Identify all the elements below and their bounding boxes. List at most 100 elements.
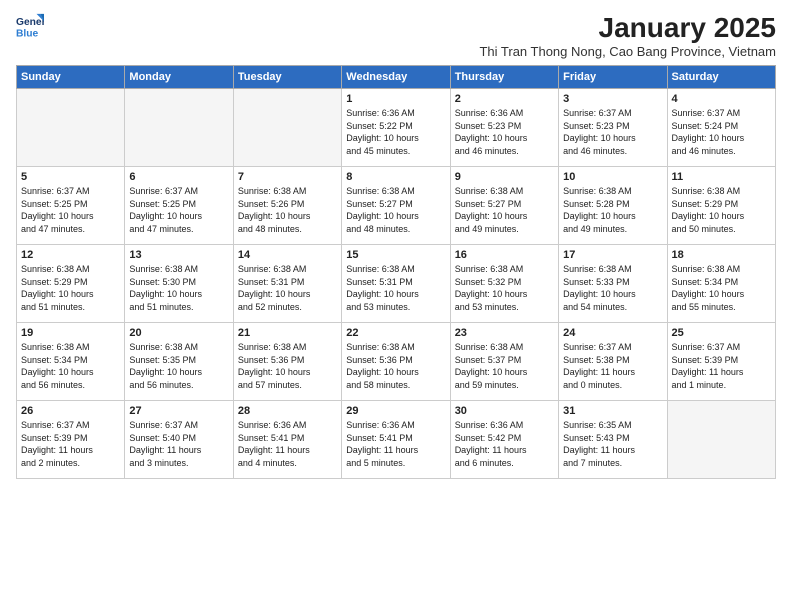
day-info: Sunrise: 6:38 AM Sunset: 5:34 PM Dayligh… — [21, 341, 120, 391]
calendar-cell: 12 Sunrise: 6:38 AM Sunset: 5:29 PM Dayli… — [17, 245, 125, 323]
week-row-1: 1 Sunrise: 6:36 AM Sunset: 5:22 PM Daylig… — [17, 89, 776, 167]
day-info: Sunrise: 6:38 AM Sunset: 5:27 PM Dayligh… — [346, 185, 445, 235]
day-number: 31 — [563, 405, 662, 417]
title-area: January 2025 Thi Tran Thong Nong, Cao Ba… — [479, 12, 776, 59]
day-number: 18 — [672, 249, 771, 261]
calendar-subtitle: Thi Tran Thong Nong, Cao Bang Province, … — [479, 44, 776, 59]
calendar-cell: 1 Sunrise: 6:36 AM Sunset: 5:22 PM Daylig… — [342, 89, 450, 167]
day-info: Sunrise: 6:38 AM Sunset: 5:36 PM Dayligh… — [346, 341, 445, 391]
day-number: 14 — [238, 249, 337, 261]
day-number: 16 — [455, 249, 554, 261]
calendar-cell: 5 Sunrise: 6:37 AM Sunset: 5:25 PM Daylig… — [17, 167, 125, 245]
day-info: Sunrise: 6:38 AM Sunset: 5:31 PM Dayligh… — [346, 263, 445, 313]
calendar-cell: 18 Sunrise: 6:38 AM Sunset: 5:34 PM Dayli… — [667, 245, 775, 323]
day-number: 5 — [21, 171, 120, 183]
calendar-header: Sunday Monday Tuesday Wednesday Thursday… — [17, 66, 776, 89]
calendar-cell — [17, 89, 125, 167]
calendar-cell — [667, 401, 775, 479]
day-number: 7 — [238, 171, 337, 183]
day-number: 23 — [455, 327, 554, 339]
day-number: 11 — [672, 171, 771, 183]
day-number: 26 — [21, 405, 120, 417]
day-number: 29 — [346, 405, 445, 417]
calendar-cell: 14 Sunrise: 6:38 AM Sunset: 5:31 PM Dayli… — [233, 245, 341, 323]
day-info: Sunrise: 6:38 AM Sunset: 5:29 PM Dayligh… — [21, 263, 120, 313]
day-number: 4 — [672, 93, 771, 105]
week-row-2: 5 Sunrise: 6:37 AM Sunset: 5:25 PM Daylig… — [17, 167, 776, 245]
logo-icon: General Blue — [16, 12, 44, 40]
calendar-body: 1 Sunrise: 6:36 AM Sunset: 5:22 PM Daylig… — [17, 89, 776, 479]
calendar-cell: 24 Sunrise: 6:37 AM Sunset: 5:38 PM Dayli… — [559, 323, 667, 401]
col-friday: Friday — [559, 66, 667, 89]
calendar-cell: 6Sunrise: 6:37 AM Sunset: 5:25 PM Daylig… — [125, 167, 233, 245]
day-number: 25 — [672, 327, 771, 339]
calendar-cell: 13Sunrise: 6:38 AM Sunset: 5:30 PM Dayli… — [125, 245, 233, 323]
col-thursday: Thursday — [450, 66, 558, 89]
day-info: Sunrise: 6:36 AM Sunset: 5:22 PM Dayligh… — [346, 107, 445, 157]
col-monday: Monday — [125, 66, 233, 89]
calendar-cell: 22 Sunrise: 6:38 AM Sunset: 5:36 PM Dayli… — [342, 323, 450, 401]
day-info: Sunrise: 6:36 AM Sunset: 5:42 PM Dayligh… — [455, 419, 554, 469]
day-info: Sunrise: 6:37 AM Sunset: 5:40 PM Dayligh… — [129, 419, 228, 469]
day-number: 8 — [346, 171, 445, 183]
col-tuesday: Tuesday — [233, 66, 341, 89]
calendar-cell: 27Sunrise: 6:37 AM Sunset: 5:40 PM Dayli… — [125, 401, 233, 479]
day-info: Sunrise: 6:36 AM Sunset: 5:41 PM Dayligh… — [238, 419, 337, 469]
day-info: Sunrise: 6:38 AM Sunset: 5:31 PM Dayligh… — [238, 263, 337, 313]
day-info: Sunrise: 6:38 AM Sunset: 5:27 PM Dayligh… — [455, 185, 554, 235]
calendar-cell: 30 Sunrise: 6:36 AM Sunset: 5:42 PM Dayli… — [450, 401, 558, 479]
week-row-5: 26 Sunrise: 6:37 AM Sunset: 5:39 PM Dayli… — [17, 401, 776, 479]
calendar-cell: 4 Sunrise: 6:37 AM Sunset: 5:24 PM Daylig… — [667, 89, 775, 167]
day-number: 21 — [238, 327, 337, 339]
day-info: Sunrise: 6:37 AM Sunset: 5:38 PM Dayligh… — [563, 341, 662, 391]
day-info: Sunrise: 6:36 AM Sunset: 5:23 PM Dayligh… — [455, 107, 554, 157]
calendar-cell: 26 Sunrise: 6:37 AM Sunset: 5:39 PM Dayli… — [17, 401, 125, 479]
day-number: 30 — [455, 405, 554, 417]
day-number: 22 — [346, 327, 445, 339]
day-info: Sunrise: 6:35 AM Sunset: 5:43 PM Dayligh… — [563, 419, 662, 469]
calendar-cell: 31 Sunrise: 6:35 AM Sunset: 5:43 PM Dayli… — [559, 401, 667, 479]
day-number: 10 — [563, 171, 662, 183]
day-info: Sunrise: 6:37 AM Sunset: 5:39 PM Dayligh… — [21, 419, 120, 469]
day-number: 3 — [563, 93, 662, 105]
page: General Blue January 2025 Thi Tran Thong… — [0, 0, 792, 612]
calendar-cell: 9 Sunrise: 6:38 AM Sunset: 5:27 PM Daylig… — [450, 167, 558, 245]
day-info: Sunrise: 6:38 AM Sunset: 5:34 PM Dayligh… — [672, 263, 771, 313]
header: General Blue January 2025 Thi Tran Thong… — [16, 12, 776, 59]
day-number: 24 — [563, 327, 662, 339]
calendar-cell: 3Sunrise: 6:37 AM Sunset: 5:23 PM Daylig… — [559, 89, 667, 167]
day-info: Sunrise: 6:36 AM Sunset: 5:41 PM Dayligh… — [346, 419, 445, 469]
day-number: 20 — [129, 327, 228, 339]
logo: General Blue — [16, 12, 44, 40]
day-info: Sunrise: 6:38 AM Sunset: 5:37 PM Dayligh… — [455, 341, 554, 391]
day-info: Sunrise: 6:38 AM Sunset: 5:35 PM Dayligh… — [129, 341, 228, 391]
calendar-cell: 16Sunrise: 6:38 AM Sunset: 5:32 PM Dayli… — [450, 245, 558, 323]
day-info: Sunrise: 6:38 AM Sunset: 5:36 PM Dayligh… — [238, 341, 337, 391]
calendar-cell: 21 Sunrise: 6:38 AM Sunset: 5:36 PM Dayli… — [233, 323, 341, 401]
calendar-cell: 19 Sunrise: 6:38 AM Sunset: 5:34 PM Dayli… — [17, 323, 125, 401]
day-info: Sunrise: 6:37 AM Sunset: 5:25 PM Dayligh… — [21, 185, 120, 235]
col-saturday: Saturday — [667, 66, 775, 89]
day-number: 2 — [455, 93, 554, 105]
day-number: 1 — [346, 93, 445, 105]
day-info: Sunrise: 6:38 AM Sunset: 5:30 PM Dayligh… — [129, 263, 228, 313]
day-info: Sunrise: 6:37 AM Sunset: 5:24 PM Dayligh… — [672, 107, 771, 157]
calendar-cell: 11 Sunrise: 6:38 AM Sunset: 5:29 PM Dayli… — [667, 167, 775, 245]
calendar-cell: 7 Sunrise: 6:38 AM Sunset: 5:26 PM Daylig… — [233, 167, 341, 245]
calendar-cell: 10Sunrise: 6:38 AM Sunset: 5:28 PM Dayli… — [559, 167, 667, 245]
day-number: 9 — [455, 171, 554, 183]
day-number: 19 — [21, 327, 120, 339]
day-info: Sunrise: 6:38 AM Sunset: 5:29 PM Dayligh… — [672, 185, 771, 235]
calendar-cell: 28Sunrise: 6:36 AM Sunset: 5:41 PM Dayli… — [233, 401, 341, 479]
calendar-cell: 8 Sunrise: 6:38 AM Sunset: 5:27 PM Daylig… — [342, 167, 450, 245]
calendar-cell — [233, 89, 341, 167]
day-number: 12 — [21, 249, 120, 261]
calendar-cell: 15Sunrise: 6:38 AM Sunset: 5:31 PM Dayli… — [342, 245, 450, 323]
calendar-cell: 23 Sunrise: 6:38 AM Sunset: 5:37 PM Dayli… — [450, 323, 558, 401]
day-info: Sunrise: 6:38 AM Sunset: 5:26 PM Dayligh… — [238, 185, 337, 235]
calendar-cell: 25Sunrise: 6:37 AM Sunset: 5:39 PM Dayli… — [667, 323, 775, 401]
week-row-3: 12 Sunrise: 6:38 AM Sunset: 5:29 PM Dayli… — [17, 245, 776, 323]
calendar-cell: 29 Sunrise: 6:36 AM Sunset: 5:41 PM Dayli… — [342, 401, 450, 479]
week-row-4: 19 Sunrise: 6:38 AM Sunset: 5:34 PM Dayli… — [17, 323, 776, 401]
calendar-cell: 20 Sunrise: 6:38 AM Sunset: 5:35 PM Dayli… — [125, 323, 233, 401]
